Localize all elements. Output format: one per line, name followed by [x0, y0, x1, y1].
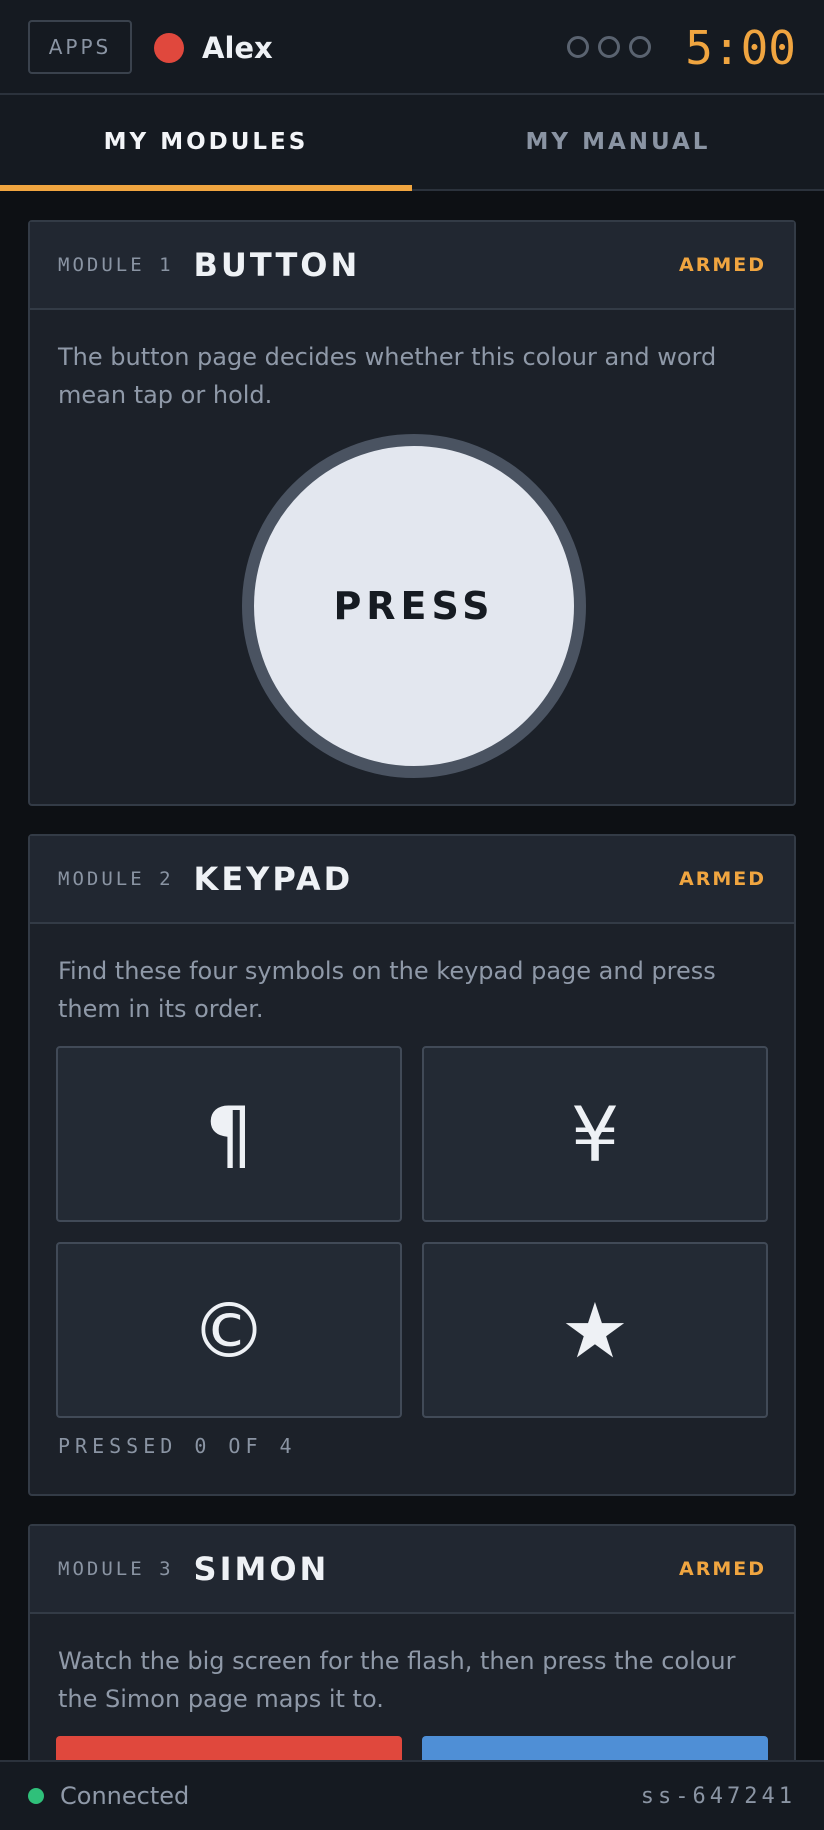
module-description: The button page decides whether this col… [58, 343, 717, 409]
module-card-keypad: MODULE 2 KEYPAD ARMED Find these four sy… [28, 834, 796, 1496]
module-card-simon: MODULE 3 SIMON ARMED Watch the big scree… [28, 1524, 796, 1760]
top-bar: APPS Alex 5:00 [0, 0, 824, 95]
keypad-key-star[interactable]: ★ [422, 1242, 768, 1418]
keypad-key-yen[interactable]: ¥ [422, 1046, 768, 1222]
status-bar: Connected ss-647241 [0, 1760, 824, 1830]
module-description: Watch the big screen for the flash, then… [58, 1647, 736, 1713]
player-name: Alex [202, 31, 273, 65]
strike-indicator-icon [598, 36, 620, 58]
simon-pads [56, 1736, 772, 1760]
module-number: MODULE 2 [58, 868, 174, 890]
modules-list[interactable]: MODULE 1 BUTTON ARMED The button page de… [0, 193, 824, 1760]
module-title: SIMON [193, 1550, 330, 1588]
module-header: MODULE 2 KEYPAD ARMED [30, 836, 794, 924]
strike-indicators [567, 36, 651, 58]
player-color-indicator [154, 33, 184, 63]
simon-pad-red[interactable] [56, 1736, 402, 1760]
module-status-badge: ARMED [679, 254, 766, 276]
module-status-badge: ARMED [679, 1558, 766, 1580]
keypad-key-copyright[interactable]: © [56, 1242, 402, 1418]
module-description: Find these four symbols on the keypad pa… [58, 957, 716, 1023]
keypad-key-pilcrow[interactable]: ¶ [56, 1046, 402, 1222]
module-header: MODULE 3 SIMON ARMED [30, 1526, 794, 1614]
module-card-button: MODULE 1 BUTTON ARMED The button page de… [28, 220, 796, 806]
module-status-badge: ARMED [679, 868, 766, 890]
press-button[interactable]: PRESS [242, 434, 586, 778]
countdown-timer: 5:00 [685, 21, 796, 75]
keypad-progress: PRESSED 0 OF 4 [58, 1434, 297, 1458]
module-title: BUTTON [193, 246, 361, 284]
module-number: MODULE 3 [58, 1558, 174, 1580]
simon-pad-blue[interactable] [422, 1736, 768, 1760]
module-title: KEYPAD [193, 860, 354, 898]
tab-bar: MY MODULES MY MANUAL [0, 95, 824, 191]
tab-my-manual[interactable]: MY MANUAL [412, 95, 824, 189]
module-header: MODULE 1 BUTTON ARMED [30, 222, 794, 310]
strike-indicator-icon [629, 36, 651, 58]
apps-button[interactable]: APPS [28, 20, 132, 74]
module-number: MODULE 1 [58, 254, 174, 276]
connection-status-icon [28, 1788, 44, 1804]
big-button-frame: PRESS [242, 434, 586, 778]
strike-indicator-icon [567, 36, 589, 58]
connection-status-text: Connected [60, 1782, 190, 1810]
keypad-grid: ¶ ¥ © ★ [56, 1046, 772, 1418]
session-id: ss-647241 [640, 1783, 796, 1809]
tab-my-modules[interactable]: MY MODULES [0, 95, 412, 191]
